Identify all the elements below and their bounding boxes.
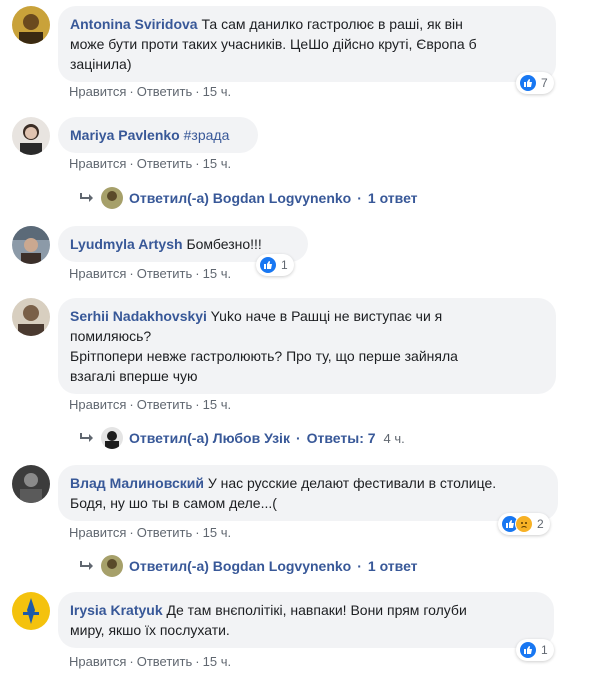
reply-avatar — [101, 427, 123, 449]
comment-text: Де там внєполітікі, навпаки! Вони прям г… — [166, 602, 467, 618]
comment-author[interactable]: Antonina Sviridova — [70, 16, 198, 32]
separator: · — [357, 190, 362, 206]
comment-text: миру, якшо їх послухати. — [70, 622, 230, 638]
reaction-summary[interactable]: 2 — [498, 513, 550, 535]
timestamp[interactable]: 15 ч. — [203, 84, 231, 99]
reply-author[interactable]: Ответил(-а) Bogdan Logvynenko — [129, 190, 351, 206]
like-link[interactable]: Нравится — [69, 266, 126, 281]
comment-actions: Нравится · Ответить · 15 ч. — [69, 266, 231, 281]
comment-author[interactable]: Mariya Pavlenko — [70, 127, 180, 143]
separator: · — [129, 397, 134, 412]
comment-actions: Нравится · Ответить · 15 ч. — [69, 654, 231, 669]
hashtag-link[interactable]: #зрада — [184, 127, 230, 143]
comment-text: Бомбезно!!! — [186, 236, 262, 252]
like-link[interactable]: Нравится — [69, 525, 126, 540]
comment-bubble: Mariya Pavlenko #зрада — [58, 117, 258, 153]
reply-link[interactable]: Ответить — [137, 84, 193, 99]
avatar[interactable] — [12, 465, 50, 503]
comment-bubble: Antonina Sviridova Та сам данилко гастро… — [58, 6, 556, 82]
like-link[interactable]: Нравится — [69, 654, 126, 669]
separator: · — [195, 654, 200, 669]
view-replies[interactable]: Ответил(-а) Любов Узік · Ответы: 7 4 ч. — [79, 427, 405, 449]
separator: · — [195, 397, 200, 412]
reply-count[interactable]: Ответы: 7 — [307, 430, 376, 446]
reply-avatar — [101, 555, 123, 577]
reply-count[interactable]: 1 ответ — [368, 558, 418, 574]
reply-arrow-icon — [80, 193, 93, 202]
timestamp[interactable]: 15 ч. — [203, 156, 231, 171]
like-link[interactable]: Нравится — [69, 397, 126, 412]
separator: · — [295, 430, 301, 446]
timestamp[interactable]: 15 ч. — [203, 525, 231, 540]
comment-actions: Нравится · Ответить · 15 ч. — [69, 397, 231, 412]
reaction-count: 1 — [281, 258, 288, 272]
separator: · — [129, 654, 134, 669]
comment-bubble: Влад Малиновский У нас русские делают фе… — [58, 465, 558, 521]
reply-arrow-icon — [80, 561, 93, 570]
view-replies[interactable]: Ответил(-а) Bogdan Logvynenko · 1 ответ — [79, 187, 418, 209]
reply-link[interactable]: Ответить — [137, 266, 193, 281]
reply-link[interactable]: Ответить — [137, 397, 193, 412]
reaction-count: 7 — [541, 76, 548, 90]
comment-bubble: Irysia Kratyuk Де там внєполітікі, навпа… — [58, 592, 554, 648]
avatar[interactable] — [12, 298, 50, 336]
comment-text: У нас русские делают фестивали в столице… — [207, 475, 497, 491]
timestamp[interactable]: 15 ч. — [203, 654, 231, 669]
reaction-summary[interactable]: 1 — [256, 254, 294, 276]
comment-text: Брітпопери невже гастролюють? Про ту, що… — [70, 348, 458, 364]
separator: · — [129, 525, 134, 540]
reaction-count: 1 — [541, 643, 548, 657]
separator: · — [195, 525, 200, 540]
reply-author[interactable]: Ответил(-а) Bogdan Logvynenko — [129, 558, 351, 574]
timestamp[interactable]: 15 ч. — [203, 266, 231, 281]
like-icon — [519, 641, 537, 659]
avatar[interactable] — [12, 6, 50, 44]
avatar[interactable] — [12, 226, 50, 264]
comment-text: помиляюсь? — [70, 328, 152, 344]
comment-author[interactable]: Влад Малиновский — [70, 475, 204, 491]
separator: · — [195, 266, 200, 281]
comment-text: Бодя, ну шо ты в самом деле...( — [70, 495, 277, 511]
comment-text: може бути проти таких учасників. ЦеШо ді… — [70, 36, 477, 52]
comment-actions: Нравится · Ответить · 15 ч. — [69, 525, 231, 540]
view-replies[interactable]: Ответил(-а) Bogdan Logvynenko · 1 ответ — [79, 555, 418, 577]
comment-text: Yuko наче в Рашці не виступає чи я — [210, 308, 443, 324]
separator: · — [195, 84, 200, 99]
comment-text: зацінила) — [70, 56, 132, 72]
like-link[interactable]: Нравится — [69, 84, 126, 99]
comment-actions: Нравится · Ответить · 15 ч. — [69, 156, 231, 171]
reply-count[interactable]: 1 ответ — [368, 190, 418, 206]
separator: · — [195, 156, 200, 171]
like-icon — [259, 256, 277, 274]
avatar[interactable] — [12, 592, 50, 630]
reply-author[interactable]: Ответил(-а) Любов Узік — [129, 430, 290, 446]
separator: · — [129, 84, 134, 99]
avatar[interactable] — [12, 117, 50, 155]
comment-author[interactable]: Irysia Kratyuk — [70, 602, 163, 618]
comment-text: взагалі вперше чую — [70, 368, 198, 384]
reply-time[interactable]: 4 ч. — [384, 431, 405, 446]
reply-arrow-icon — [80, 433, 93, 442]
timestamp[interactable]: 15 ч. — [203, 397, 231, 412]
comment-author[interactable]: Serhii Nadakhovskyi — [70, 308, 207, 324]
separator: · — [129, 266, 134, 281]
sad-icon — [515, 515, 533, 533]
reply-link[interactable]: Ответить — [137, 156, 193, 171]
comment-actions: Нравится · Ответить · 15 ч. — [69, 84, 231, 99]
reaction-summary[interactable]: 1 — [516, 639, 554, 661]
like-icon — [519, 74, 537, 92]
reply-link[interactable]: Ответить — [137, 525, 193, 540]
reaction-count: 2 — [537, 517, 544, 531]
like-link[interactable]: Нравится — [69, 156, 126, 171]
reply-link[interactable]: Ответить — [137, 654, 193, 669]
comment-text: Та сам данилко гастролює в раші, як він — [201, 16, 463, 32]
comment-bubble: Serhii Nadakhovskyi Yuko наче в Рашці не… — [58, 298, 556, 394]
reply-avatar — [101, 187, 123, 209]
separator: · — [129, 156, 134, 171]
separator: · — [357, 558, 362, 574]
comment-author[interactable]: Lyudmyla Artysh — [70, 236, 183, 252]
reaction-summary[interactable]: 7 — [516, 72, 554, 94]
